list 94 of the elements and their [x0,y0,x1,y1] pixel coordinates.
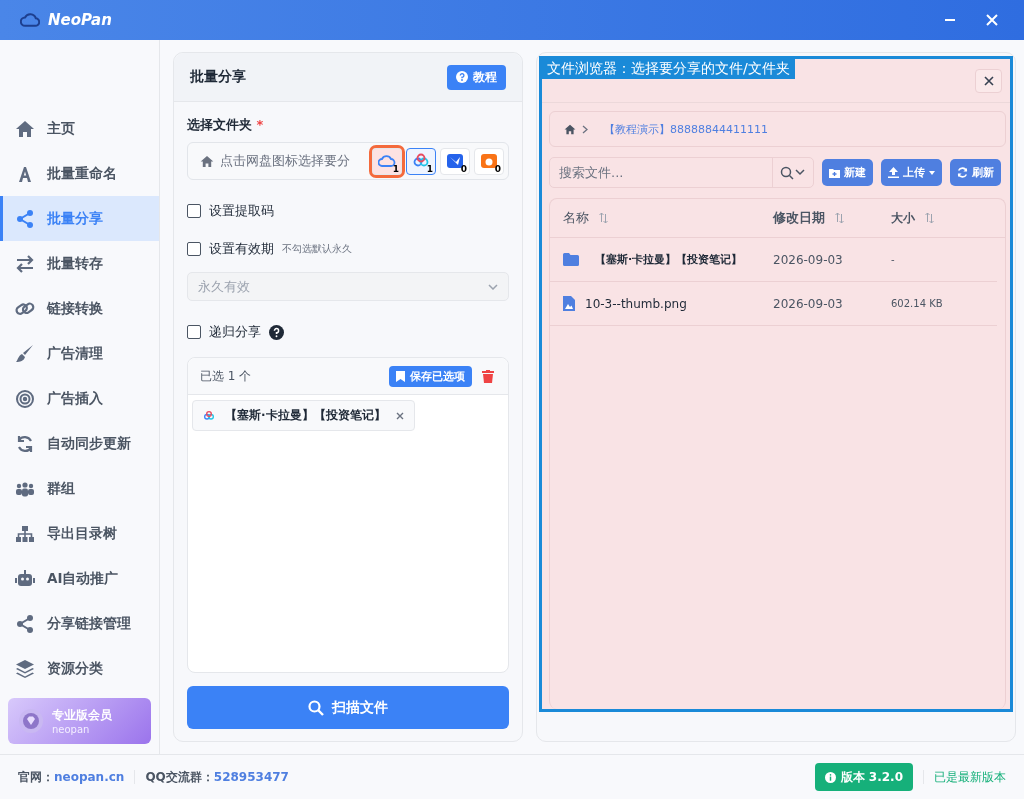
close-icon[interactable] [986,14,998,26]
sort-icon [925,213,934,223]
sidebar-item[interactable]: 主页 [0,106,159,151]
bookmark-icon [396,370,405,382]
required-mark: * [256,117,264,132]
info-icon [824,771,836,783]
column-title: 大小 [891,209,915,227]
qq-label: QQ交流群： [145,768,214,786]
share-icon [15,613,35,634]
drive-button[interactable]: 1 [406,147,436,175]
target-icon [15,388,35,409]
field-label: 选择文件夹 [187,117,252,132]
sidebar-item[interactable]: 批量转存 [0,241,159,286]
upload-icon [888,167,899,178]
layers-icon [15,658,35,679]
help-icon [456,71,468,83]
folder-plus-icon [829,167,840,178]
checkbox-label: 递归分享 [209,323,261,341]
sidebar-item[interactable]: 资源分类 [0,646,159,691]
hierarchy-icon [15,523,35,544]
member-subtitle: neopan [52,724,91,735]
close-button[interactable] [975,68,1002,93]
sort-icon [835,213,844,223]
sidebar-item[interactable]: 批量重命名 [0,151,159,196]
file-date: 2026-09-03 [773,296,844,311]
brush-icon [15,343,35,364]
home-icon [15,118,35,139]
rings-icon [203,409,215,422]
sidebar-item[interactable]: 广告清理 [0,331,159,376]
close-icon [983,75,994,86]
site-link[interactable]: neopan.cn [54,770,125,784]
qq-number[interactable]: 528953477 [213,770,289,784]
drive-button[interactable]: 1 [372,147,402,175]
help-icon[interactable] [269,324,284,340]
file-row[interactable]: 10-3--thumb.png 2026-09-03 602.14 KB [550,282,997,326]
checkbox-label: 设置提取码 [209,202,274,220]
cloud-logo-icon [20,12,40,28]
checkbox[interactable] [187,204,201,218]
sidebar-item[interactable]: 链接转换 [0,286,159,331]
sidebar-item[interactable]: 广告插入 [0,376,159,421]
refresh-icon [957,167,968,178]
app-title: NeoPan [48,11,112,29]
file-name: 10-3--thumb.png [585,296,687,311]
file-date: 2026-09-03 [773,252,844,267]
checkbox[interactable] [187,325,201,339]
search-icon[interactable] [780,165,806,180]
checkbox[interactable] [187,242,201,256]
sort-icon [599,213,608,223]
image-file-icon [563,296,575,311]
folder-field[interactable]: 点击网盘图标选择要分 1 1 0 0 [187,142,509,180]
toolbar-button[interactable]: 刷新 [950,159,1001,186]
sidebar-item[interactable]: 自动同步更新 [0,421,159,466]
overlay-label: 文件浏览器：选择要分享的文件/文件夹 [542,59,795,79]
chevron-down-icon [488,283,498,290]
tag-name: 【塞斯·卡拉曼】【投资笔记】 [225,407,386,424]
save-selection-button[interactable]: 保存已选项 [389,365,472,387]
file-row[interactable]: 【塞斯·卡拉曼】【投资笔记】 2026-09-03 - [550,238,997,282]
robot-icon [15,568,35,589]
file-name: 【塞斯·卡拉曼】【投资笔记】 [595,252,743,267]
tutorial-button[interactable]: 教程 [447,64,506,90]
sidebar-item[interactable]: 群组 [0,466,159,511]
toolbar-button[interactable]: 新建 [822,159,873,186]
home-icon[interactable] [564,123,576,135]
selected-count: 已选 1 个 [200,367,253,385]
sync-icon [15,433,35,454]
sidebar-item[interactable]: 导出目录树 [0,511,159,556]
chevron-right-icon [582,124,588,134]
drive-button[interactable]: 0 [474,147,504,175]
remove-icon[interactable] [395,411,404,420]
home-icon [200,154,214,168]
sidebar-item[interactable]: 分享链接管理 [0,601,159,646]
member-title: 专业版会员 [52,707,112,724]
gem-icon [18,708,44,734]
site-label: 官网： [18,768,54,786]
share-icon [15,208,35,229]
drive-button[interactable]: 0 [440,147,470,175]
folder-placeholder: 点击网盘图标选择要分 [220,152,351,170]
hint-text: 不勾选默认永久 [282,242,352,256]
search-icon [308,699,324,716]
caret-icon [929,170,935,175]
column-title: 名称 [563,209,589,227]
swap-arrows-icon [15,253,35,274]
scan-button[interactable]: 扫描文件 [187,686,509,729]
sidebar-item[interactable]: AI自动推广 [0,556,159,601]
toolbar-button[interactable]: 上传 [881,159,942,186]
folder-icon [563,253,579,266]
column-title: 修改日期 [773,209,825,227]
trash-icon[interactable] [482,369,494,383]
panel-title: 批量分享 [190,68,246,86]
file-size: 602.14 KB [891,298,943,309]
update-status: 已是最新版本 [934,768,1006,786]
checkbox-label: 设置有效期 [209,240,274,258]
file-size: - [891,254,895,265]
search-field[interactable]: 搜索文件... [549,157,814,188]
